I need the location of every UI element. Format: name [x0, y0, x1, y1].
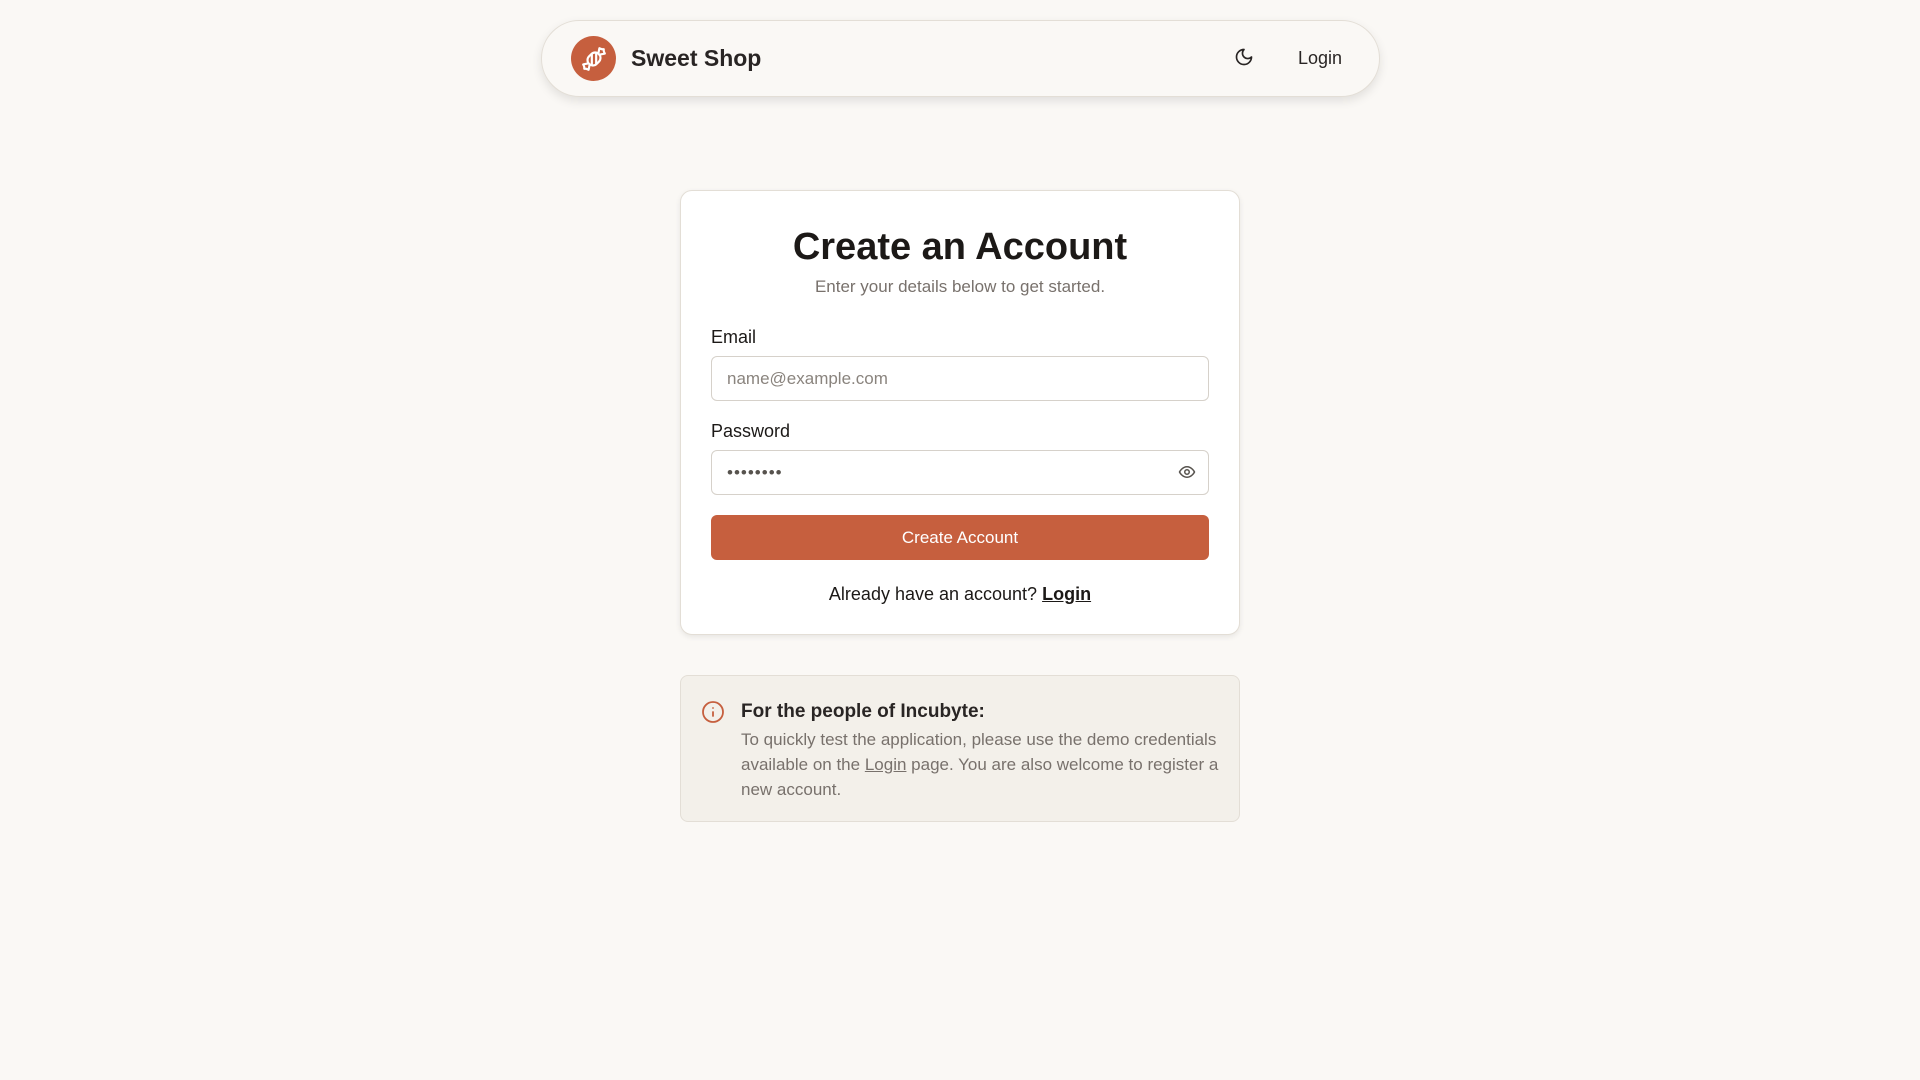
password-field[interactable]	[711, 450, 1209, 495]
nav-login-button[interactable]: Login	[1294, 42, 1346, 75]
email-field-wrap	[711, 356, 1209, 401]
notice-title: For the people of Incubyte:	[741, 701, 985, 722]
password-field-wrap	[711, 450, 1209, 495]
candy-icon	[571, 36, 616, 81]
login-prompt: Already have an account? Login	[711, 584, 1209, 605]
info-icon	[701, 700, 725, 821]
navbar: Sweet Shop Login	[541, 20, 1380, 97]
login-link[interactable]: Login	[1042, 584, 1091, 604]
email-field[interactable]	[711, 356, 1209, 401]
password-label: Password	[711, 421, 791, 441]
page-title: Create an Account	[792, 226, 1128, 268]
notice-text: To quickly test the application, please …	[741, 727, 1219, 802]
eye-icon	[1178, 463, 1196, 484]
brand-name: Sweet Shop	[631, 45, 762, 71]
signup-card: Create an Account Enter your details bel…	[680, 190, 1240, 635]
demo-notice: For the people of Incubyte: To quickly t…	[680, 675, 1240, 822]
brand-link[interactable]: Sweet Shop	[571, 36, 761, 81]
toggle-password-visibility-button[interactable]	[1175, 461, 1199, 485]
page-subtitle: Enter your details below to get started.	[814, 277, 1106, 296]
nav-actions: Login	[1224, 39, 1346, 79]
notice-login-link[interactable]: Login	[865, 755, 907, 774]
login-prompt-text: Already have an account?	[828, 584, 1038, 604]
moon-icon	[1234, 47, 1254, 70]
notice-content: For the people of Incubyte: To quickly t…	[741, 700, 1219, 821]
email-label: Email	[711, 327, 757, 347]
create-account-button[interactable]: Create Account	[711, 515, 1209, 560]
theme-toggle-button[interactable]	[1224, 39, 1264, 79]
